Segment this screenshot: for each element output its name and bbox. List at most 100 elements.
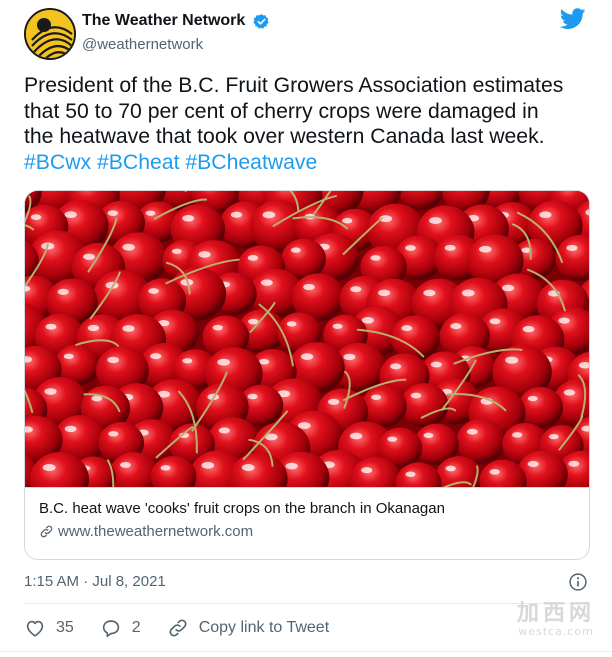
- cherry-highlight: [63, 353, 74, 360]
- cherry-highlight: [332, 323, 343, 329]
- copy-link-label: Copy link to Tweet: [198, 619, 330, 636]
- cherry-highlight: [241, 464, 255, 472]
- cherry-highlight: [198, 251, 211, 258]
- cherry-highlight: [479, 245, 492, 253]
- card-title[interactable]: B.C. heat wave 'cooks' fruit crops on th…: [39, 500, 577, 517]
- cherry-highlight: [444, 244, 456, 251]
- reply-bubble-icon: [102, 620, 119, 638]
- cherry-highlight: [87, 324, 100, 332]
- cherry-highlight: [171, 248, 182, 254]
- account-handle[interactable]: @weathernetwork: [82, 36, 270, 53]
- twitter-bird-icon[interactable]: [560, 8, 586, 30]
- card-meta[interactable]: B.C. heat wave 'cooks' fruit crops on th…: [25, 487, 589, 559]
- watermark-bottom: westca.com: [518, 625, 594, 638]
- verified-badge-icon: [253, 13, 269, 29]
- cherry-highlight: [423, 289, 436, 297]
- cherry-highlight: [285, 462, 298, 470]
- card-link[interactable]: www.theweathernetwork.com: [39, 523, 577, 540]
- cherry-highlight: [430, 361, 442, 368]
- cherry-highlight: [401, 325, 413, 332]
- cherry-highlight: [247, 393, 258, 400]
- cherry-highlight: [343, 353, 356, 361]
- like-count: 35: [56, 619, 74, 636]
- cherry-highlight: [423, 432, 434, 439]
- hashtag-bcheat[interactable]: #BCheat: [97, 151, 179, 174]
- cherry-highlight: [44, 388, 57, 395]
- cherry-highlight: [218, 427, 230, 434]
- cherry-highlight: [349, 432, 363, 440]
- tweet-header: The Weather Network @weathernetwork: [24, 6, 590, 62]
- cherry-highlight: [119, 461, 131, 468]
- copy-link-button[interactable]: Copy link to Tweet: [167, 617, 329, 639]
- tweet-text-line: the heatwave that took over western Cana…: [24, 125, 545, 148]
- weather-network-logo-icon[interactable]: [24, 8, 76, 60]
- tweet-text-line: President of the B.C. Fruit Growers Asso…: [24, 74, 564, 97]
- cherry-highlight: [371, 394, 382, 400]
- tweet-timestamp[interactable]: 1:15 AM · Jul 8, 2021: [24, 573, 166, 590]
- cherry-highlight: [182, 215, 195, 222]
- link-icon: [169, 619, 187, 637]
- hashtag-bcwx[interactable]: #BCwx: [24, 151, 91, 174]
- link-preview-card[interactable]: B.C. heat wave 'cooks' fruit crops on th…: [24, 190, 590, 560]
- cherry-highlight: [64, 425, 77, 433]
- cherry-highlight: [108, 431, 119, 437]
- cherry-highlight: [489, 469, 500, 475]
- hashtag-bcheatwave[interactable]: #BCheatwave: [185, 151, 317, 174]
- like-button[interactable]: 35: [24, 617, 74, 639]
- cherry-highlight: [107, 356, 119, 364]
- cherry-highlight: [297, 422, 311, 429]
- cherry-highlight: [429, 217, 442, 225]
- tweet-text-line: that 50 to 70 per cent of cherry crops w…: [24, 99, 539, 123]
- cherry-highlight: [378, 289, 391, 297]
- display-name[interactable]: The Weather Network: [82, 12, 245, 30]
- tweet-embed: The Weather Network @weathernetwork Pres…: [0, 0, 612, 657]
- cherry-highlight: [150, 353, 162, 360]
- cherry-highlight: [539, 211, 552, 219]
- cherry-shape: [518, 386, 564, 429]
- cherries-photo[interactable]: [25, 191, 589, 518]
- cherry-highlight: [286, 321, 297, 327]
- cherry-highlight: [148, 288, 159, 294]
- tweet-text: President of the B.C. Fruit Growers Asso…: [24, 73, 590, 175]
- account-name-block[interactable]: The Weather Network @weathernetwork: [82, 12, 270, 53]
- watermark: 加西网 westca.com: [506, 595, 606, 639]
- cherry-highlight: [558, 317, 570, 324]
- cherry-shape: [361, 385, 407, 428]
- cherries-photo-drawing: [25, 191, 589, 518]
- watermark-top: 加西网: [516, 601, 595, 626]
- cherry-highlight: [450, 323, 462, 330]
- cherry-highlight: [387, 436, 398, 442]
- reply-count: 2: [131, 619, 141, 636]
- cherry-highlight: [145, 210, 156, 216]
- cherry-highlight: [361, 467, 373, 474]
- info-icon[interactable]: [568, 572, 588, 592]
- cherry-highlight: [122, 243, 135, 251]
- cherry-highlight: [107, 210, 119, 216]
- cherry-highlight: [64, 211, 77, 218]
- cherry-highlight: [466, 428, 478, 435]
- cherry-highlight: [563, 389, 576, 396]
- cherry-highlight: [83, 253, 95, 260]
- cherry-highlight: [405, 245, 416, 251]
- cherry-highlight: [182, 358, 193, 364]
- cherry-highlight: [502, 284, 515, 292]
- cherry-highlight: [445, 465, 456, 472]
- cherry-highlight: [247, 255, 259, 261]
- cherry-highlight: [527, 460, 539, 468]
- cherry-highlight: [548, 433, 559, 440]
- cherry-shape: [390, 315, 440, 361]
- cherry-highlight: [489, 318, 501, 325]
- reply-button[interactable]: 2: [100, 617, 141, 639]
- card-domain[interactable]: www.theweathernetwork.com: [58, 523, 253, 540]
- cherry-highlight: [361, 317, 374, 324]
- cherry-shape: [400, 383, 449, 428]
- cherry-highlight: [30, 214, 42, 220]
- cherry-highlight: [201, 461, 215, 469]
- cherry-highlight: [290, 247, 301, 253]
- cherry-highlight: [212, 324, 223, 331]
- cherry-highlight: [327, 398, 340, 405]
- cherry-highlight: [370, 255, 381, 261]
- cherry-highlight: [461, 289, 475, 297]
- cherry-highlight: [390, 363, 402, 370]
- cherry-highlight: [217, 358, 231, 366]
